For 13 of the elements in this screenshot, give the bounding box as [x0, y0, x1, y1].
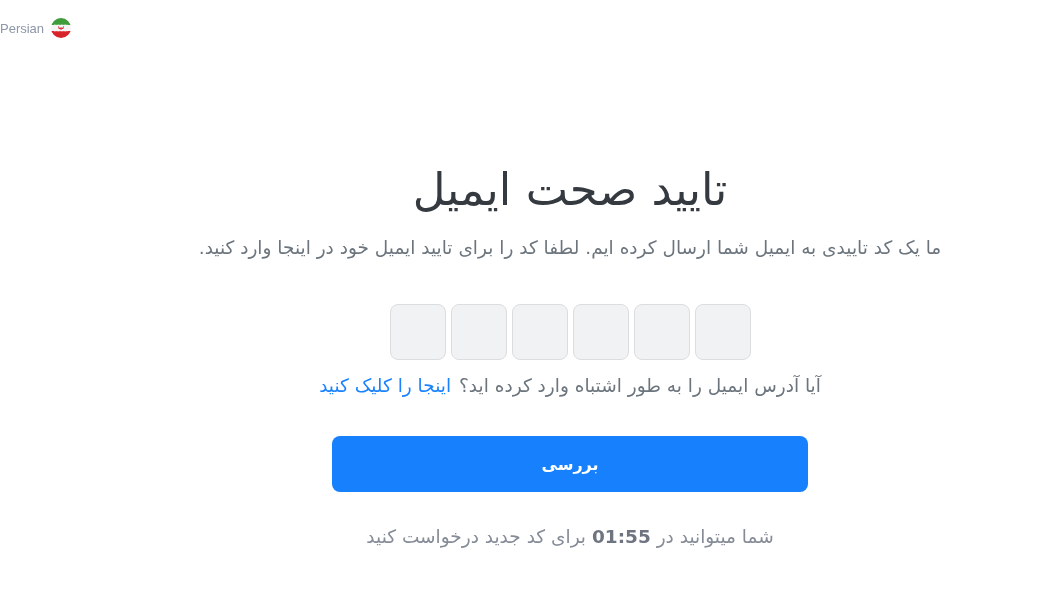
- page-title: تایید صحت ایمیل: [412, 162, 728, 218]
- code-input-field[interactable]: [389, 304, 446, 360]
- wrong-email-question: آیا آدرس ایمیل را به طور اشتباه وارد کرده اید؟: [459, 374, 821, 399]
- code-input-field[interactable]: [450, 304, 507, 360]
- verify-button[interactable]: بررسی: [332, 436, 808, 492]
- code-input-field[interactable]: [633, 304, 690, 360]
- language-selector[interactable]: Persian: [0, 18, 72, 38]
- code-input-field[interactable]: [572, 304, 629, 360]
- code-input-field[interactable]: [694, 304, 751, 360]
- code-input-field[interactable]: [511, 304, 568, 360]
- flag-icon: [51, 18, 72, 38]
- click-here-link[interactable]: اینجا را کلیک کنید: [319, 372, 452, 400]
- instruction-text: ما یک کد تاییدی به ایمیل شما ارسال کرده ایم. لطفا کد را برای تایید ایمیل خود در اینجا وارد کنید.: [198, 236, 942, 261]
